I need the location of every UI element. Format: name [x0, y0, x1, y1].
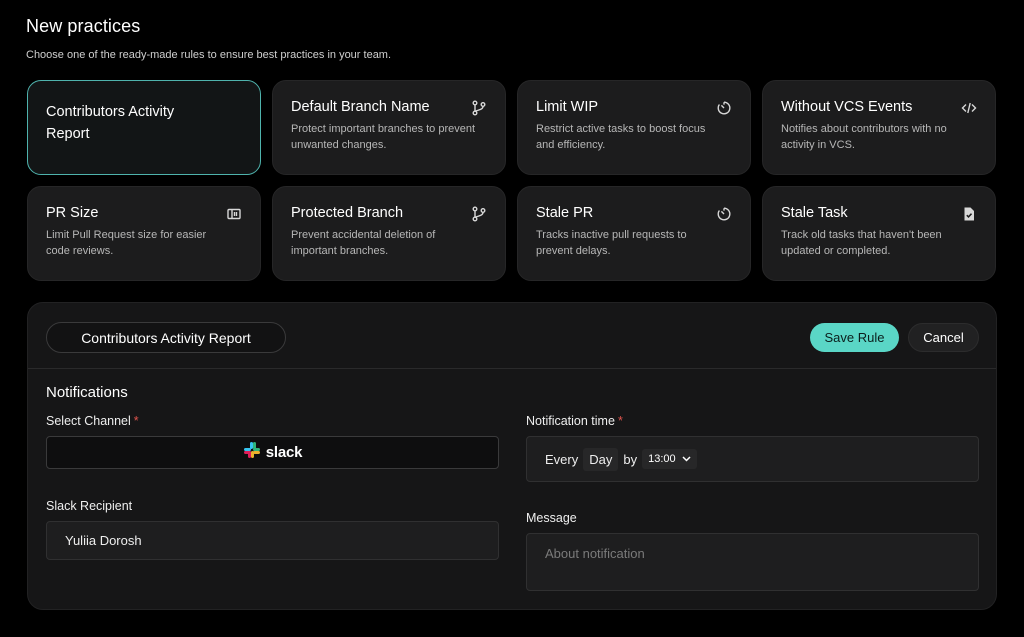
- page-subtitle: Choose one of the ready-made rules to en…: [26, 49, 392, 61]
- required-mark: *: [617, 414, 623, 428]
- slack-recipient-label: Slack Recipient: [46, 499, 133, 513]
- practice-card-limit-wip[interactable]: Limit WIP Restrict active tasks to boost…: [517, 80, 751, 175]
- cancel-button[interactable]: Cancel: [908, 323, 979, 352]
- page-title: New practices: [26, 16, 141, 36]
- required-mark: *: [133, 414, 139, 428]
- practice-card-title: Without VCS Events: [781, 99, 913, 115]
- practice-card-title: Stale Task: [781, 205, 848, 221]
- practice-card-description: Notifies about contributors with no acti…: [781, 123, 947, 151]
- practice-card-description: Track old tasks that haven't been update…: [781, 229, 942, 257]
- time-by-text: by: [623, 451, 638, 467]
- file-check-icon: [961, 206, 977, 222]
- time-select[interactable]: 13:00: [642, 449, 697, 469]
- slack-recipient-field[interactable]: Yuliia Dorosh: [46, 521, 499, 560]
- practices-grid: Contributors Activity Report Default Bra…: [27, 80, 997, 281]
- notification-time-field: Every Day by 13:00: [526, 436, 979, 482]
- notification-time-label-text: Notification time: [526, 414, 615, 428]
- practice-card-description: Restrict active tasks to boost focus and…: [536, 123, 706, 151]
- time-every-text: Every: [545, 451, 579, 467]
- channel-value: slack: [265, 444, 303, 461]
- select-channel-label-text: Select Channel: [46, 414, 131, 428]
- practice-card-description: Limit Pull Request size for easier code …: [46, 229, 207, 257]
- git-branch-icon: [471, 100, 487, 116]
- time-value: 13:00: [648, 453, 676, 465]
- page-header: New practices Choose one of the ready-ma…: [26, 16, 391, 61]
- resize-icon: [226, 206, 242, 222]
- timer-icon: [716, 206, 732, 222]
- select-channel-label: Select Channel *: [46, 414, 139, 428]
- save-rule-button[interactable]: Save Rule: [810, 323, 899, 352]
- practice-card-protected-branch[interactable]: Protected Branch Prevent accidental dele…: [272, 186, 506, 281]
- practice-card-title: Default Branch Name: [291, 99, 430, 115]
- practice-card-stale-pr[interactable]: Stale PR Tracks inactive pull requests t…: [517, 186, 751, 281]
- rule-name-chip: Contributors Activity Report: [46, 322, 286, 353]
- slack-logo-icon: [243, 441, 261, 464]
- practice-card-title: Contributors Activity Report: [46, 104, 175, 142]
- notification-time-label: Notification time *: [526, 414, 623, 428]
- practice-card-title: PR Size: [46, 205, 99, 221]
- practice-card-description: Prevent accidental deletion of important…: [291, 229, 436, 257]
- channel-select[interactable]: slack: [46, 436, 499, 469]
- practice-card-default-branch-name[interactable]: Default Branch Name Protect important br…: [272, 80, 506, 175]
- practice-card-contributors-activity-report[interactable]: Contributors Activity Report: [27, 80, 261, 175]
- practice-card-pr-size[interactable]: PR Size Limit Pull Request size for easi…: [27, 186, 261, 281]
- practice-card-description: Tracks inactive pull requests to prevent…: [536, 229, 687, 257]
- message-input[interactable]: [526, 533, 979, 591]
- code-icon: [961, 100, 977, 116]
- chevron-down-icon: [682, 453, 691, 465]
- practice-card-stale-task[interactable]: Stale Task Track old tasks that haven't …: [762, 186, 996, 281]
- practice-card-title: Protected Branch: [291, 205, 404, 221]
- period-select[interactable]: Day: [583, 447, 619, 471]
- practice-card-without-vcs-events[interactable]: Without VCS Events Notifies about contri…: [762, 80, 996, 175]
- timer-icon: [716, 100, 732, 116]
- practice-card-title: Stale PR: [536, 205, 594, 221]
- git-branch-icon: [471, 206, 487, 222]
- practice-card-title: Limit WIP: [536, 99, 599, 115]
- rule-editor-panel: Contributors Activity Report Save Rule C…: [27, 302, 997, 610]
- notifications-heading: Notifications: [46, 384, 128, 401]
- practice-card-description: Protect important branches to prevent un…: [291, 123, 476, 151]
- rule-editor-header: Contributors Activity Report Save Rule C…: [28, 303, 996, 369]
- message-label: Message: [526, 511, 577, 525]
